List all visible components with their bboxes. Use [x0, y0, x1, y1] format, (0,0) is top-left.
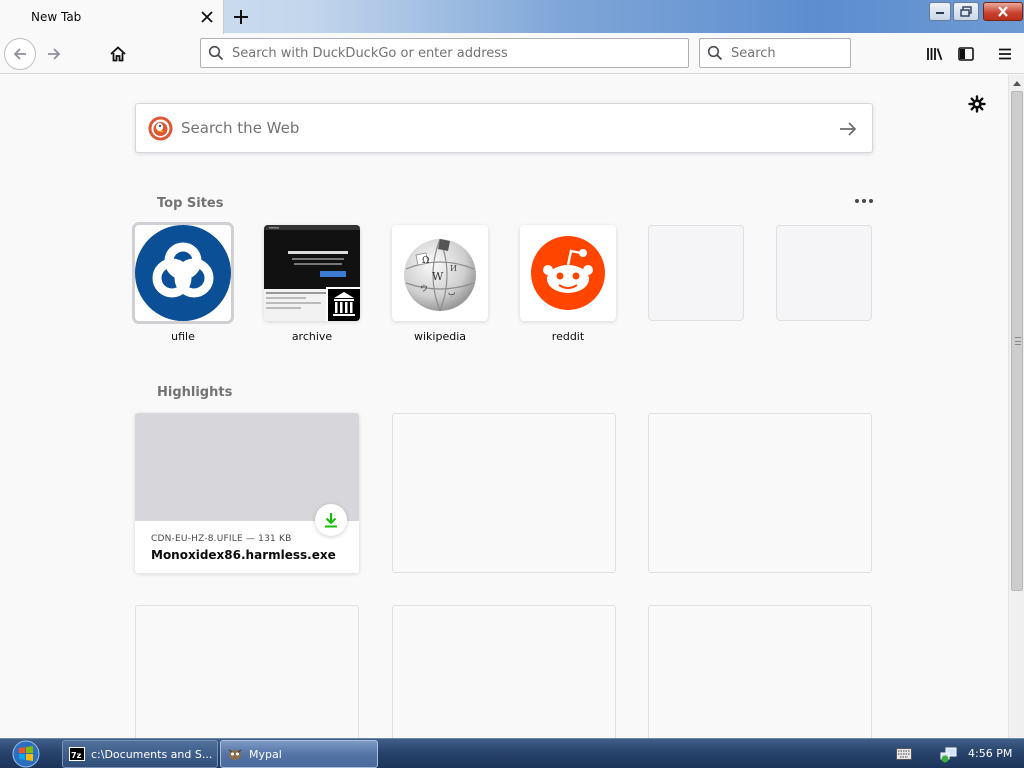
home-button[interactable] — [104, 40, 132, 68]
taskbar: 7z c:\Documents and S... Mypal 4:56 PM — [0, 738, 1024, 768]
web-search-input[interactable] — [181, 104, 821, 152]
sidebar-toggle-button[interactable] — [952, 40, 980, 68]
network-icon[interactable] — [940, 745, 958, 763]
highlight-placeholder — [648, 413, 872, 573]
start-button[interactable] — [6, 740, 46, 768]
title-bar: New Tab — [0, 0, 1024, 34]
highlight-placeholder — [648, 605, 872, 738]
top-site-empty — [776, 225, 872, 321]
highlight-title: Monoxidex86.harmless.exe — [151, 548, 336, 562]
navigation-toolbar — [0, 34, 1024, 74]
empty-site-tile — [776, 225, 872, 321]
site-label: archive — [291, 330, 333, 343]
download-badge — [315, 504, 347, 536]
svg-text:Ω: Ω — [422, 256, 429, 266]
download-icon — [325, 513, 337, 528]
grip-icon — [1015, 337, 1021, 345]
ufile-logo-icon — [135, 225, 231, 321]
top-site-wikipedia[interactable]: Ω W И ウ ب wikipedia — [392, 225, 488, 343]
duckduckgo-logo-icon — [148, 116, 173, 141]
search-icon — [208, 45, 224, 61]
top-sites-more-button[interactable] — [852, 193, 876, 209]
taskbar-item-mypal[interactable]: Mypal — [220, 740, 378, 768]
top-site-archive[interactable]: archive — [264, 225, 360, 343]
site-label: ufile — [171, 330, 195, 343]
address-input[interactable] — [232, 39, 682, 67]
hamburger-icon — [999, 48, 1011, 60]
wikipedia-globe-icon: Ω W И ウ ب — [404, 238, 476, 312]
scroll-thumb[interactable] — [1011, 91, 1023, 591]
site-tile[interactable] — [135, 225, 231, 321]
site-label: wikipedia — [413, 330, 466, 343]
svg-text:W: W — [432, 270, 444, 283]
chevron-up-icon — [1013, 80, 1021, 86]
system-clock[interactable]: 4:56 PM — [968, 747, 1012, 760]
7zip-icon: 7z — [69, 747, 85, 761]
windows-logo-icon — [12, 740, 40, 768]
arrow-right-icon — [840, 122, 857, 136]
site-tile[interactable] — [520, 225, 616, 321]
arrow-right-icon — [48, 48, 61, 60]
forward-button[interactable] — [40, 40, 68, 68]
search-submit-button[interactable] — [836, 117, 860, 141]
svg-text:7z: 7z — [71, 751, 82, 760]
keyboard-icon[interactable] — [896, 748, 912, 760]
highlight-placeholder — [135, 605, 359, 738]
library-icon — [927, 48, 943, 61]
site-tile[interactable] — [264, 225, 360, 321]
address-bar[interactable] — [200, 38, 689, 68]
top-site-reddit[interactable]: reddit — [520, 225, 616, 343]
highlight-placeholder — [392, 413, 616, 573]
top-sites-heading: Top Sites — [157, 196, 224, 211]
vertical-scrollbar[interactable] — [1008, 75, 1024, 738]
taskbar-item-label: c:\Documents and S... — [91, 747, 213, 761]
window-close-button[interactable] — [983, 2, 1023, 21]
mypal-icon — [228, 749, 242, 760]
highlight-placeholder — [392, 605, 616, 738]
taskbar-item-label: Mypal — [249, 747, 282, 761]
empty-site-tile — [648, 225, 744, 321]
reddit-logo-icon — [531, 236, 605, 310]
highlights-heading: Highlights — [157, 385, 233, 400]
archive-page-thumbnail — [264, 225, 360, 321]
top-site-ufile[interactable]: ufile — [135, 225, 231, 343]
ellipsis-icon — [855, 199, 859, 203]
search-bar[interactable] — [699, 38, 851, 68]
sidebar-icon — [958, 47, 974, 61]
scroll-up-button[interactable] — [1009, 75, 1024, 91]
highlight-card[interactable]: CDN-EU-HZ-8.UFILE — 131 KB Monoxidex86.h… — [135, 413, 359, 573]
arrow-left-icon — [13, 48, 26, 60]
highlight-host: CDN-EU-HZ-8.UFILE — 131 KB — [151, 534, 292, 544]
taskbar-item-7zip[interactable]: 7z c:\Documents and S... — [62, 740, 218, 768]
svg-text:И: И — [450, 264, 457, 273]
tab-title: New Tab — [31, 10, 82, 24]
restore-button[interactable] — [953, 2, 979, 21]
minimize-button[interactable] — [929, 2, 951, 21]
site-tile[interactable]: Ω W И ウ ب — [392, 225, 488, 321]
site-label: reddit — [551, 330, 585, 343]
page-settings-button[interactable] — [966, 93, 988, 115]
new-tab-page: Top Sites ufile — [0, 75, 1008, 738]
tab-new-tab[interactable]: New Tab — [0, 0, 224, 34]
gear-icon — [968, 95, 986, 113]
back-button[interactable] — [4, 38, 36, 70]
web-search-box[interactable] — [135, 103, 873, 153]
search-icon — [707, 45, 723, 61]
search-input[interactable] — [731, 39, 846, 67]
home-icon — [110, 46, 126, 62]
menu-button[interactable] — [991, 40, 1019, 68]
tab-close-icon[interactable] — [198, 8, 216, 26]
plus-icon — [234, 10, 248, 24]
svg-text:ウ: ウ — [420, 284, 428, 293]
top-site-empty — [648, 225, 744, 321]
svg-text:ب: ب — [448, 288, 456, 297]
library-button[interactable] — [921, 40, 949, 68]
new-tab-button[interactable] — [230, 6, 252, 28]
